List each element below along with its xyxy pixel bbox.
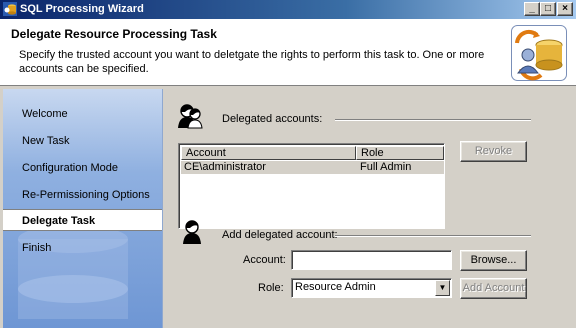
maximize-icon: □ [544,3,552,14]
add-account-button-label: Add Account [462,282,525,294]
list-header: Account Role [181,146,444,160]
browse-button[interactable]: Browse... [460,250,527,271]
app-icon [3,2,17,16]
role-cell: Full Admin [360,161,412,173]
main-panel: Delegated accounts: Account Role CE\admi… [163,89,576,328]
page-title: Delegate Resource Processing Task [11,27,217,41]
delegated-accounts-list[interactable]: Account Role CE\administrator Full Admin [178,143,445,229]
wizard-header: Delegate Resource Processing Task Specif… [0,19,576,86]
user-icon [183,220,201,244]
role-field-label: Role: [258,282,284,294]
section-divider [335,235,531,237]
page-description: Specify the trusted account you want to … [19,49,485,75]
sidebar-item-re-permissioning-options[interactable]: Re-Permissioning Options [3,184,162,206]
sidebar-item-configuration-mode[interactable]: Configuration Mode [3,157,162,179]
wizard-window: SQL Processing Wizard _ □ × Delegate Res… [0,0,576,328]
role-select-value: Resource Admin [295,281,376,293]
minimize-button[interactable]: _ [524,2,540,16]
title-bar[interactable]: SQL Processing Wizard _ □ × [0,0,576,19]
maximize-button[interactable]: □ [540,2,556,16]
account-input[interactable] [291,250,452,270]
column-header-account[interactable]: Account [181,146,356,160]
role-select[interactable]: Resource Admin ▼ [291,278,452,298]
column-header-role[interactable]: Role [356,146,444,160]
sidebar-item-welcome[interactable]: Welcome [3,103,162,125]
add-delegated-account-label: Add delegated account: [222,229,338,241]
sidebar-item-finish[interactable]: Finish [3,237,162,259]
browse-button-label: Browse... [470,254,517,266]
list-item[interactable]: CE\administrator Full Admin [181,161,444,174]
chevron-down-icon: ▼ [438,283,447,292]
close-icon: × [562,3,568,14]
section-divider [335,119,531,121]
close-button[interactable]: × [557,2,573,16]
delegated-accounts-label: Delegated accounts: [222,113,323,125]
account-field-label: Account: [243,254,286,266]
add-account-button[interactable]: Add Account [460,278,527,299]
users-icon [178,104,203,129]
revoke-button-label: Revoke [474,145,513,157]
account-cell: CE\administrator [184,161,266,173]
wizard-steps-sidebar: Welcome New Task Configuration Mode Re-P… [3,89,163,328]
dropdown-arrow[interactable]: ▼ [435,280,450,296]
revoke-button[interactable]: Revoke [460,141,527,162]
database-users-icon [511,25,567,81]
sidebar-item-delegate-task[interactable]: Delegate Task [3,209,162,231]
window-title: SQL Processing Wizard [20,3,144,15]
minimize-icon: _ [529,3,535,14]
sidebar-item-new-task[interactable]: New Task [3,130,162,152]
